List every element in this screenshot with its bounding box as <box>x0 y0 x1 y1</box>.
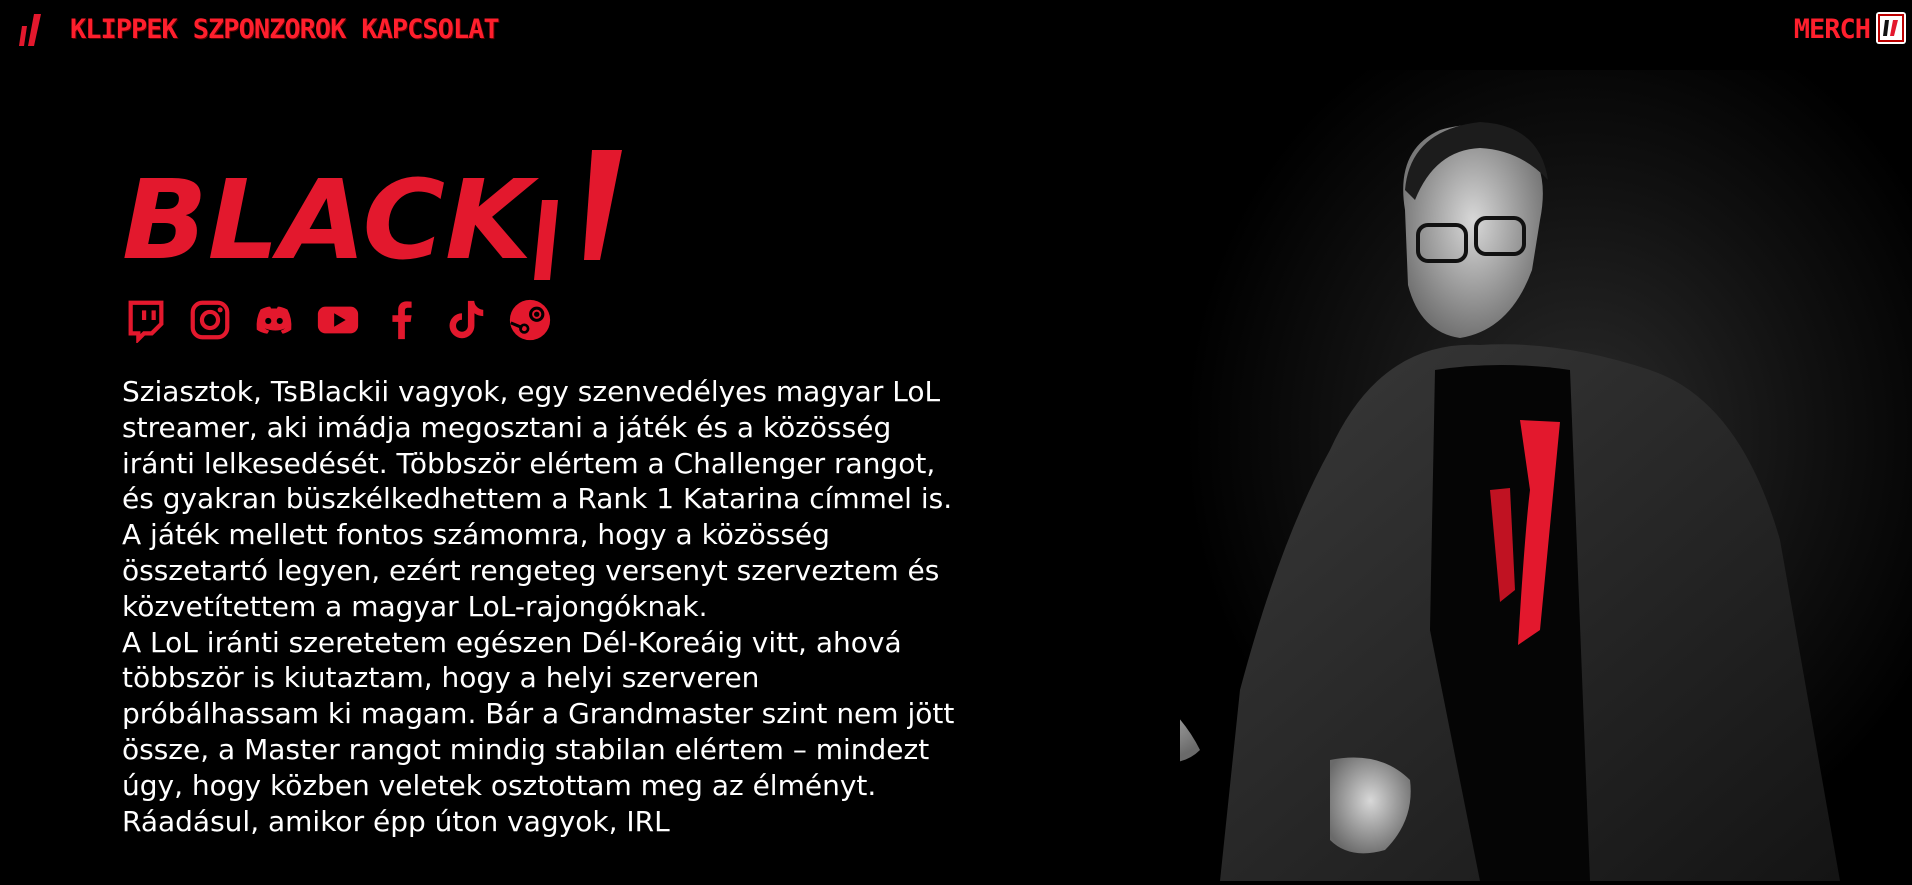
nav-link-kapcsolat[interactable]: KAPCSOLAT <box>361 14 499 45</box>
hero-photo <box>1020 70 1912 881</box>
discord-icon[interactable] <box>250 296 298 344</box>
bio-text: Sziasztok, TsBlackii vagyok, egy szenved… <box>122 374 962 839</box>
tiktok-icon[interactable] <box>442 296 490 344</box>
brand-logo-text: BLACK <box>122 156 540 280</box>
steam-icon[interactable] <box>506 296 554 344</box>
nav-link-klippek[interactable]: KLIPPEK <box>70 14 178 45</box>
instagram-icon[interactable] <box>186 296 234 344</box>
nav-link-szponzorok[interactable]: SZPONZOROK <box>193 14 347 45</box>
top-navigation: KLIPPEK SZPONZOROK KAPCSOLAT MERCH <box>0 0 1912 64</box>
facebook-icon[interactable] <box>378 296 426 344</box>
bio-paragraph: A LoL iránti szeretetem egészen Dél-Kore… <box>122 625 955 838</box>
social-links <box>122 296 554 344</box>
youtube-icon[interactable] <box>314 296 362 344</box>
merch-badge-icon[interactable] <box>1876 12 1906 44</box>
nav-links: KLIPPEK SZPONZOROK KAPCSOLAT <box>70 14 500 45</box>
bio-paragraph: Sziasztok, TsBlackii vagyok, egy szenved… <box>122 375 953 623</box>
merch-link[interactable]: MERCH <box>1794 14 1871 45</box>
twitch-icon[interactable] <box>122 296 170 344</box>
blackii-mark-icon[interactable] <box>18 12 48 48</box>
blackii-logo: BLACK <box>122 150 622 280</box>
